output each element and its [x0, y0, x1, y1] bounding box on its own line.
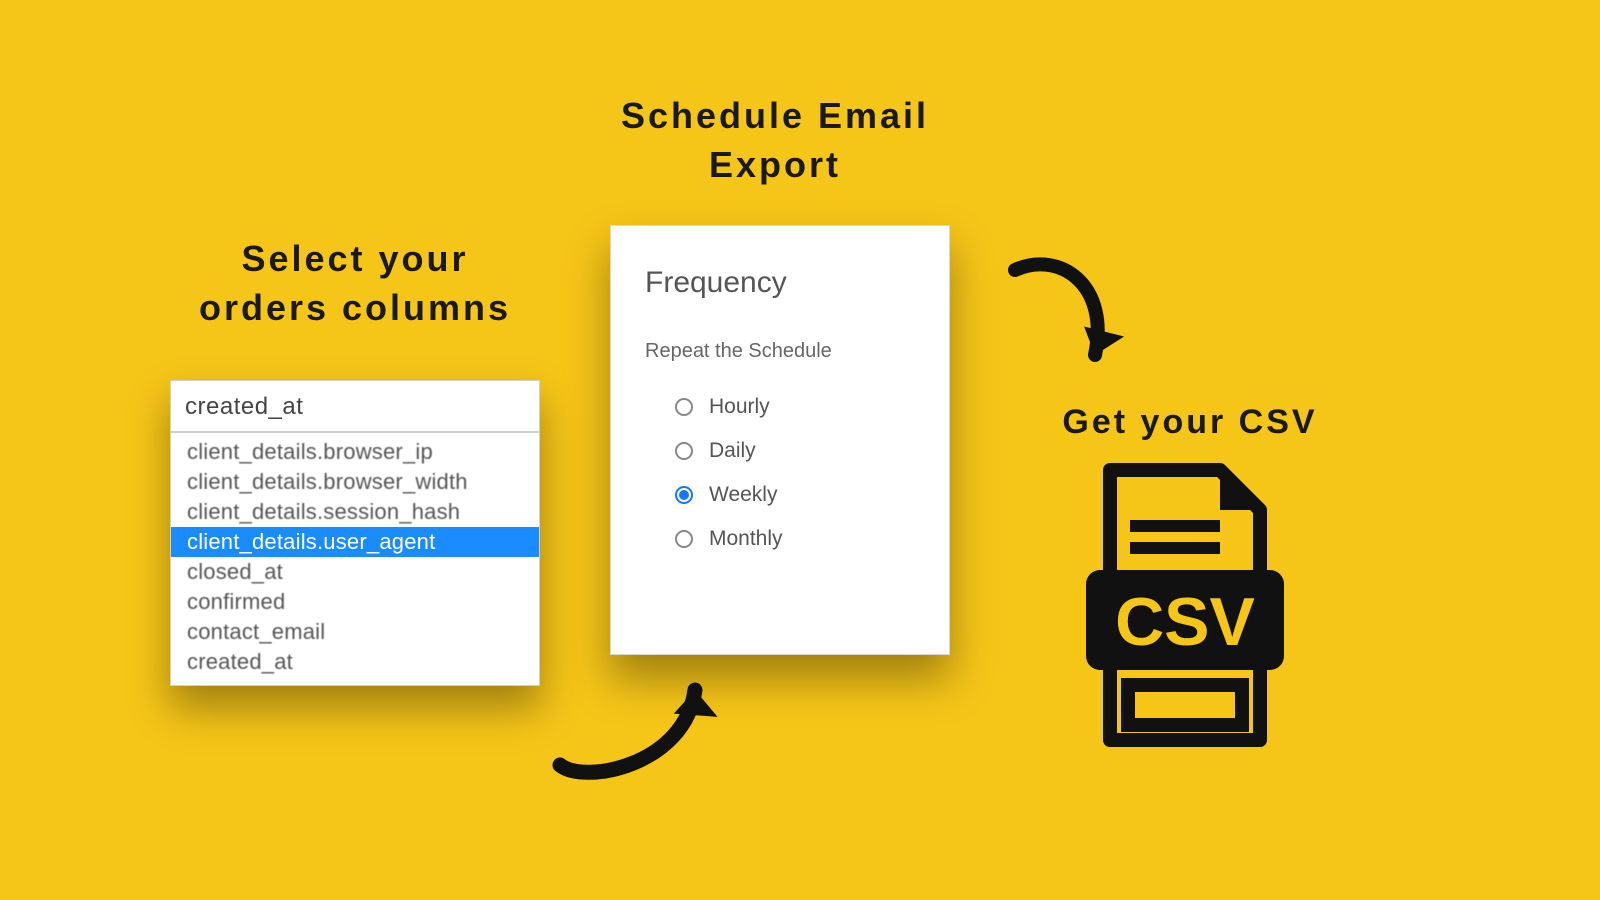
- frequency-option-label: Weekly: [709, 483, 777, 507]
- frequency-subtitle: Repeat the Schedule: [645, 340, 915, 363]
- columns-selector-panel: created_at client_details.browser_ipclie…: [170, 380, 540, 686]
- column-option[interactable]: client_details.user_agent: [171, 527, 539, 557]
- column-option[interactable]: confirmed: [171, 587, 539, 617]
- csv-badge-text: CSV: [1115, 584, 1255, 660]
- frequency-title: Frequency: [645, 266, 915, 300]
- columns-search-input[interactable]: created_at: [171, 381, 539, 433]
- csv-file-icon: CSV: [1080, 460, 1290, 765]
- frequency-option[interactable]: Hourly: [645, 385, 915, 429]
- frequency-option[interactable]: Daily: [645, 429, 915, 473]
- frequency-panel: Frequency Repeat the Schedule Hourly Dail…: [610, 225, 950, 655]
- frequency-option-label: Monthly: [709, 527, 783, 551]
- radio-icon: [675, 530, 693, 548]
- frequency-option-label: Daily: [709, 439, 756, 463]
- arrow-icon: [545, 655, 745, 795]
- radio-icon: [675, 442, 693, 460]
- radio-icon: [675, 486, 693, 504]
- heading-select-columns: Select your orders columns: [175, 235, 535, 332]
- column-option[interactable]: client_details.browser_width: [171, 467, 539, 497]
- frequency-option[interactable]: Weekly: [645, 473, 915, 517]
- arrow-icon: [1000, 245, 1140, 395]
- column-option[interactable]: created_at: [171, 647, 539, 677]
- column-option[interactable]: client_details.session_hash: [171, 497, 539, 527]
- frequency-option[interactable]: Monthly: [645, 517, 915, 561]
- radio-icon: [675, 398, 693, 416]
- columns-list: client_details.browser_ipclient_details.…: [171, 433, 539, 685]
- heading-schedule-export: Schedule Email Export: [585, 92, 965, 189]
- column-option[interactable]: client_details.browser_ip: [171, 437, 539, 467]
- frequency-option-label: Hourly: [709, 395, 770, 419]
- column-option[interactable]: closed_at: [171, 557, 539, 587]
- frequency-options: Hourly Daily Weekly Monthly: [645, 385, 915, 561]
- heading-get-csv: Get your CSV: [1030, 400, 1350, 446]
- column-option[interactable]: contact_email: [171, 617, 539, 647]
